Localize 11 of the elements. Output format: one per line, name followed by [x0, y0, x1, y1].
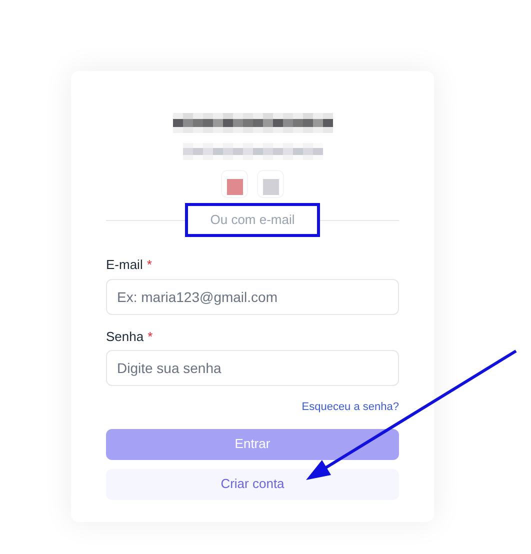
input-field[interactable]: Digite sua senha: [106, 350, 399, 386]
field-label: Senha: [106, 328, 144, 346]
input-field[interactable]: Ex: maria123@gmail.com: [106, 278, 399, 314]
required-mark: *: [148, 328, 153, 346]
pixelated-button[interactable]: [221, 170, 248, 198]
forgot-password-link[interactable]: Esqueceu a senha?: [302, 399, 399, 416]
field-label: E-mail: [106, 256, 143, 274]
pixelated-button[interactable]: [257, 170, 284, 198]
required-mark: *: [146, 256, 152, 274]
divider-label: Ou com e-mail: [210, 212, 295, 227]
create-account-button[interactable]: Criar conta: [106, 468, 399, 500]
